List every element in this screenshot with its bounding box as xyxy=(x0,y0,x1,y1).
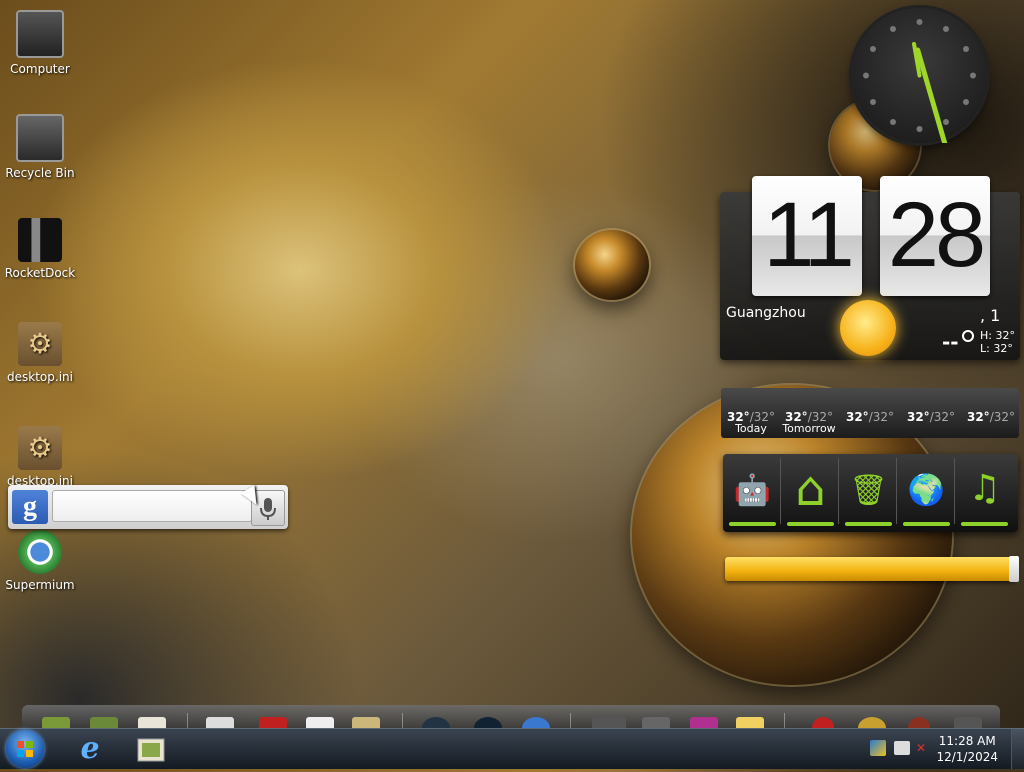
trash-icon: 🗑 xyxy=(849,473,888,508)
forecast-high: 32° xyxy=(845,410,869,424)
tray-app-icon[interactable] xyxy=(870,740,886,756)
forecast-low: /32° xyxy=(989,410,1015,424)
globe-button[interactable]: 🌍 xyxy=(899,458,955,526)
desktop-icon-label: RocketDock xyxy=(4,266,76,280)
weather-forecast-strip: 32°/32° Today 32°/32° Tomorrow 32°/32° 3… xyxy=(721,388,1019,438)
computer-icon xyxy=(16,10,64,58)
globe-icon: 🌍 xyxy=(907,473,946,508)
taskbar-date: 12/1/2024 xyxy=(936,750,998,764)
volume-slider[interactable] xyxy=(725,556,1019,582)
sunny-weather-icon xyxy=(840,300,896,356)
desktop-icon-label: Supermium xyxy=(5,578,75,592)
forecast-high: 32° xyxy=(966,410,990,424)
taskbar: e ✕ 11:28 AM 12/1/2024 xyxy=(0,728,1024,769)
google-search-input[interactable] xyxy=(52,490,252,522)
android-button[interactable]: 🤖 xyxy=(725,458,781,526)
windows-logo-icon xyxy=(17,741,33,757)
file-explorer-button[interactable] xyxy=(130,731,170,767)
volume-muted-icon[interactable]: ✕ xyxy=(916,741,926,755)
desktop-icon-desktop-ini-2[interactable]: ⚙ desktop.ini xyxy=(0,426,80,488)
folder-icon xyxy=(137,738,165,762)
forecast-low: /32° xyxy=(868,410,894,424)
desktop-icon-label: desktop.ini xyxy=(7,370,73,384)
high-temperature: H: 32° xyxy=(980,329,1015,342)
app-launcher-bar: 🤖 ⌂ 🗑 🌍 ♫ xyxy=(723,454,1018,532)
trash-button[interactable]: 🗑 xyxy=(841,458,897,526)
forecast-day: 32°/32° Tomorrow xyxy=(779,410,839,435)
gear-file-icon: ⚙ xyxy=(18,426,62,470)
music-button[interactable]: ♫ xyxy=(957,458,1012,526)
forecast-low: /32° xyxy=(929,410,955,424)
home-button[interactable]: ⌂ xyxy=(783,458,839,526)
network-icon[interactable] xyxy=(894,741,910,755)
desktop-icon-computer[interactable]: Computer xyxy=(0,10,80,76)
show-desktop-button[interactable] xyxy=(1011,729,1024,769)
android-icon: 🤖 xyxy=(733,473,772,508)
forecast-day: 32°/32° xyxy=(840,410,900,424)
forecast-high: 32° xyxy=(906,410,930,424)
analog-clock xyxy=(852,8,987,160)
clock-hour: 11 xyxy=(752,176,862,296)
taskbar-time: 11:28 AM xyxy=(938,734,996,748)
desktop-icon-desktop-ini-1[interactable]: ⚙ desktop.ini xyxy=(0,322,80,384)
weather-city[interactable]: Guangzhou xyxy=(726,305,806,321)
rocketdock-icon xyxy=(18,218,62,262)
forecast-day: 32°/32° xyxy=(901,410,961,424)
desktop-icon-supermium[interactable]: Supermium xyxy=(0,530,80,592)
recycle-bin-icon xyxy=(16,114,64,162)
google-logo-icon[interactable]: g xyxy=(12,490,48,524)
desktop-icon-label: Recycle Bin xyxy=(5,166,75,180)
internet-explorer-icon[interactable]: e xyxy=(70,731,110,767)
gear-file-icon: ⚙ xyxy=(18,322,62,366)
forecast-day: 32°/32° Today xyxy=(721,410,781,435)
supermium-browser-icon xyxy=(18,530,62,574)
forecast-label: Tomorrow xyxy=(782,422,836,435)
home-icon: ⌂ xyxy=(795,461,826,517)
decorative-sphere-small xyxy=(575,230,649,300)
system-tray: ✕ 11:28 AM 12/1/2024 xyxy=(864,729,1024,769)
desktop-icon-rocketdock[interactable]: RocketDock xyxy=(0,218,80,280)
current-temperature: -- xyxy=(942,330,959,354)
weather-date: , 1 xyxy=(980,306,1001,325)
degree-icon xyxy=(962,330,974,342)
clock-minute: 28 xyxy=(880,176,990,296)
desktop-icon-recycle-bin[interactable]: Recycle Bin xyxy=(0,114,80,180)
slider-handle[interactable] xyxy=(1009,556,1019,582)
music-icon: ♫ xyxy=(968,468,1001,509)
start-button[interactable] xyxy=(6,730,44,768)
clock-face-icon xyxy=(863,19,976,160)
taskbar-clock[interactable]: 11:28 AM 12/1/2024 xyxy=(936,733,998,765)
desktop-icon-label: Computer xyxy=(10,62,70,76)
low-temperature: L: 32° xyxy=(980,342,1013,355)
forecast-day: 32°/32° xyxy=(961,410,1021,424)
